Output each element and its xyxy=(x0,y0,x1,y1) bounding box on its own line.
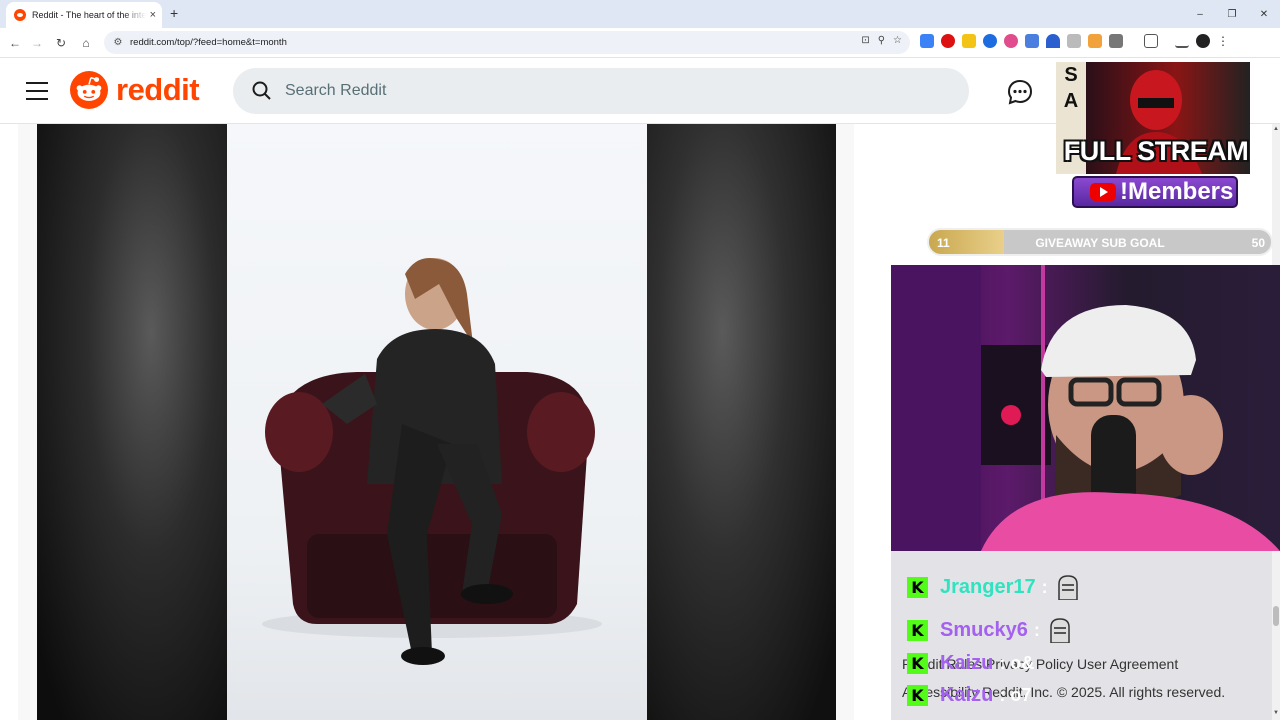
search-icon xyxy=(252,81,271,100)
address-url: reddit.com/top/?feed=home&t=month xyxy=(130,37,287,48)
new-tab-button[interactable]: + xyxy=(170,5,178,21)
members-badge: !Members xyxy=(1072,176,1238,208)
portrait-figure xyxy=(262,258,602,665)
back-arrow-icon[interactable]: ← xyxy=(6,34,24,52)
window-controls: – ❐ ✕ xyxy=(1184,0,1280,28)
streamer-figure xyxy=(891,265,1280,551)
close-window-button[interactable]: ✕ xyxy=(1248,0,1280,28)
reddit-wordmark: reddit xyxy=(116,72,200,107)
chat-icon[interactable] xyxy=(1006,78,1034,106)
extension-icon[interactable] xyxy=(920,34,934,48)
hamburger-icon[interactable] xyxy=(26,82,48,100)
browser-tab-reddit[interactable]: Reddit - The heart of the internet × xyxy=(6,2,162,28)
extension-icon[interactable] xyxy=(1067,34,1081,48)
extensions-row: ⋮ xyxy=(920,34,1229,48)
extension-icon[interactable] xyxy=(941,34,955,48)
kebab-menu-icon[interactable]: ⋮ xyxy=(1217,34,1229,48)
goal-label: GIVEAWAY SUB GOAL xyxy=(1035,236,1165,250)
chat-username: Kaizu xyxy=(940,652,994,674)
chat-username: Kaizu xyxy=(940,684,994,706)
tab-search-icon[interactable] xyxy=(1144,34,1158,48)
full-stream-title: FULL STREAM xyxy=(1063,136,1249,166)
youtube-icon xyxy=(1090,183,1116,201)
zoom-icon[interactable]: ⚲ xyxy=(878,35,885,46)
post-image[interactable] xyxy=(227,124,647,720)
kick-badge-icon: K xyxy=(907,576,928,598)
tombstone-emote-icon xyxy=(1050,618,1070,643)
reload-icon[interactable]: ↻ xyxy=(52,34,70,52)
goal-end-value: 50 xyxy=(1251,236,1265,250)
members-label: !Members xyxy=(1120,178,1234,205)
chat-separator: : o& xyxy=(999,653,1035,673)
scrollbar-thumb[interactable] xyxy=(1273,606,1279,626)
chat-message: K Smucky6 : xyxy=(907,617,1072,643)
scroll-up-icon[interactable]: ▲ xyxy=(1272,126,1280,132)
tab-title: Reddit - The heart of the internet xyxy=(32,10,146,20)
translate-icon[interactable] xyxy=(1025,34,1039,48)
browser-tabstrip: Reddit - The heart of the internet × + –… xyxy=(0,0,1280,28)
kick-badge-icon: K xyxy=(907,619,928,641)
kick-badge-icon: K xyxy=(907,653,928,674)
snoo-icon xyxy=(70,71,108,109)
minimize-button[interactable]: – xyxy=(1184,0,1216,28)
chat-separator: : xyxy=(1041,576,1048,597)
bookmark-star-icon[interactable]: ☆ xyxy=(893,35,902,46)
install-icon[interactable]: ⊡ xyxy=(861,35,869,46)
puzzle-icon[interactable] xyxy=(1109,34,1123,48)
forward-arrow-icon[interactable]: → xyxy=(28,34,46,52)
chat-separator: : xyxy=(1033,619,1040,640)
extension-icon[interactable] xyxy=(962,34,976,48)
chat-username: Jranger17 xyxy=(940,575,1036,598)
search-input[interactable] xyxy=(283,81,887,101)
chat-separator: : o7 xyxy=(999,685,1032,705)
media-blur-right xyxy=(647,124,836,720)
chat-message: K Jranger17 : xyxy=(907,574,1080,600)
restore-button[interactable]: ❐ xyxy=(1216,0,1248,28)
browser-toolbar: ← → ↻ ⌂ ⚙ reddit.com/top/?feed=home&t=mo… xyxy=(0,28,1280,58)
chat-message: K Kaizu : o& xyxy=(907,652,1034,675)
reddit-favicon-icon xyxy=(14,9,26,21)
extension-icon[interactable] xyxy=(1046,34,1060,48)
tab-close-icon[interactable]: × xyxy=(150,9,156,21)
chat-message: K Kaizu : o7 xyxy=(907,684,1031,707)
webcam-feed xyxy=(891,265,1280,551)
profile-avatar[interactable] xyxy=(1196,34,1210,48)
reddit-logo[interactable]: reddit xyxy=(70,71,200,109)
search-bar[interactable] xyxy=(233,68,969,114)
extension-icon[interactable] xyxy=(1004,34,1018,48)
giveaway-goal-bar: 11 GIVEAWAY SUB GOAL 50 xyxy=(927,228,1273,256)
media-icon[interactable] xyxy=(1175,34,1189,48)
kick-badge-icon: K xyxy=(907,685,928,706)
site-info-icon[interactable]: ⚙ xyxy=(110,37,126,48)
home-icon[interactable]: ⌂ xyxy=(77,34,95,52)
extension-icon[interactable] xyxy=(1088,34,1102,48)
post-media[interactable] xyxy=(37,124,836,720)
chat-username: Smucky6 xyxy=(940,618,1028,641)
media-blur-left xyxy=(37,124,227,720)
extension-icon[interactable] xyxy=(983,34,997,48)
tombstone-emote-icon xyxy=(1057,575,1078,600)
scroll-down-icon[interactable]: ▼ xyxy=(1272,710,1280,716)
address-bar[interactable]: ⚙ reddit.com/top/?feed=home&t=month ⊡ ⚲ … xyxy=(104,31,910,54)
